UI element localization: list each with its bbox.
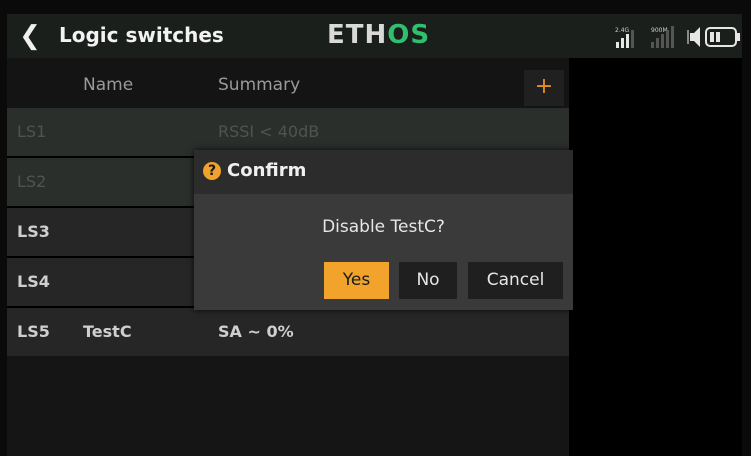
no-button[interactable]: No [399, 262, 457, 299]
row-summary: SA ~ 0% [218, 322, 294, 341]
cancel-button[interactable]: Cancel [468, 262, 563, 299]
signal-2.4g-icon: 2.4G [615, 27, 634, 48]
battery-icon [705, 27, 740, 47]
status-icons: 2.4G 900M [607, 22, 742, 52]
add-switch-button[interactable]: + [524, 70, 564, 106]
speaker-icon [687, 27, 700, 47]
empty-list-area [7, 356, 569, 456]
table-header: Name Summary + [7, 58, 569, 108]
signal-900m-icon: 900M [651, 26, 674, 48]
back-button[interactable]: ❮ [17, 22, 43, 50]
yes-button[interactable]: Yes [324, 262, 389, 299]
logo-text-eth: ETH [327, 20, 388, 50]
row-id: LS2 [17, 172, 47, 191]
table-row[interactable]: LS5 TestC SA ~ 0% [7, 308, 569, 358]
question-icon: ? [203, 162, 221, 180]
row-id: LS5 [17, 322, 50, 341]
row-summary: RSSI < 40dB [218, 122, 320, 141]
column-header-name: Name [83, 75, 134, 95]
radio-screen: ❮ Logic switches ETHOS 2.4G 900M Name Su… [7, 14, 742, 456]
signal-2.4g-label: 2.4G [615, 27, 630, 34]
row-id: LS3 [17, 222, 50, 241]
logo-text-os: OS [387, 20, 431, 50]
right-blank-area [569, 58, 742, 456]
ethos-logo: ETHOS [327, 20, 430, 50]
column-header-summary: Summary [218, 75, 301, 95]
row-id: LS1 [17, 122, 47, 141]
row-id: LS4 [17, 272, 50, 291]
dialog-title-bar: ? Confirm [194, 150, 573, 194]
dialog-title: Confirm [227, 160, 307, 181]
row-name: TestC [83, 322, 132, 341]
title-bar: ❮ Logic switches ETHOS 2.4G 900M [7, 14, 742, 58]
confirm-dialog: ? Confirm Disable TestC? Yes No Cancel [194, 150, 573, 310]
page-title: Logic switches [59, 23, 224, 47]
dialog-message: Disable TestC? [322, 217, 445, 237]
signal-900m-label: 900M [651, 27, 668, 34]
